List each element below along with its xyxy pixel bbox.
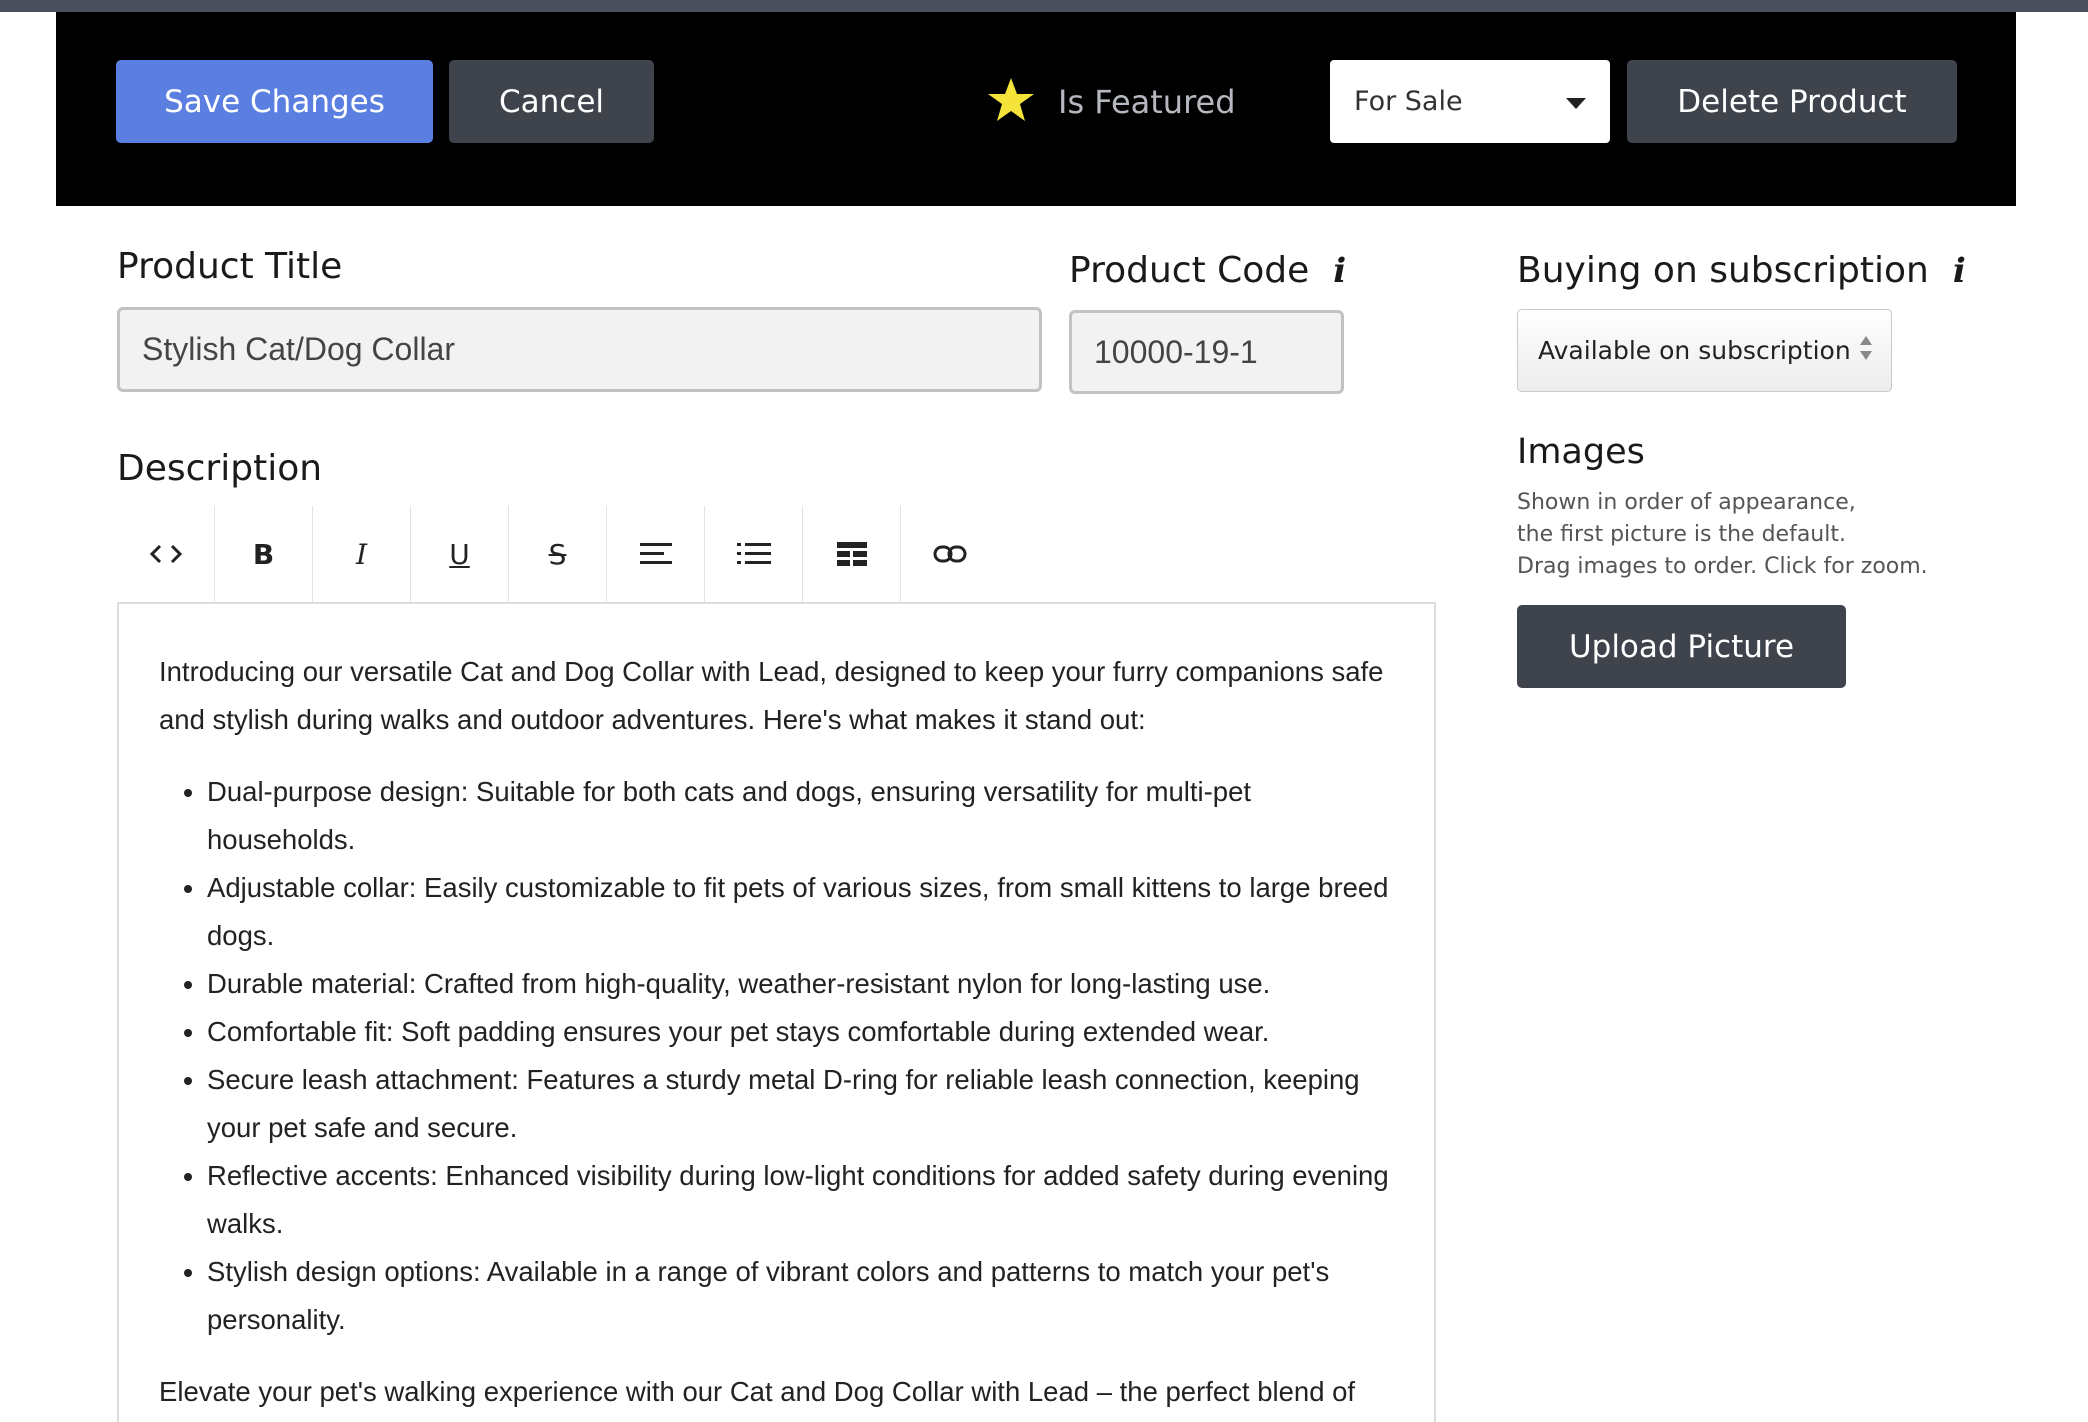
- status-select-value: For Sale: [1354, 86, 1463, 117]
- images-help-line: the first picture is the default.: [1517, 522, 1846, 547]
- underline-icon[interactable]: U: [411, 506, 509, 602]
- subscription-label-text: Buying on subscription: [1517, 250, 1929, 291]
- info-icon[interactable]: i: [1333, 251, 1346, 291]
- images-help-line: Drag images to order. Click for zoom.: [1517, 554, 1928, 579]
- description-bullet-list: Dual-purpose design: Suitable for both c…: [159, 768, 1394, 1344]
- product-code-input[interactable]: 10000-19-1: [1069, 310, 1344, 394]
- top-border: [0, 0, 2088, 12]
- product-title-label: Product Title: [117, 246, 343, 287]
- status-select[interactable]: For Sale: [1330, 60, 1610, 143]
- images-heading: Images: [1517, 432, 1645, 472]
- list-icon[interactable]: [705, 506, 803, 602]
- delete-product-button[interactable]: Delete Product: [1627, 60, 1957, 143]
- list-item: Reflective accents: Enhanced visibility …: [207, 1152, 1394, 1248]
- description-label: Description: [117, 448, 323, 489]
- link-icon[interactable]: [901, 506, 999, 602]
- description-editor[interactable]: Introducing our versatile Cat and Dog Co…: [117, 602, 1436, 1422]
- product-code-label-text: Product Code: [1069, 250, 1310, 291]
- list-item: Secure leash attachment: Features a stur…: [207, 1056, 1394, 1152]
- list-item: Adjustable collar: Easily customizable t…: [207, 864, 1394, 960]
- code-icon[interactable]: [117, 506, 215, 602]
- align-left-icon[interactable]: [607, 506, 705, 602]
- product-title-input[interactable]: Stylish Cat/Dog Collar: [117, 307, 1042, 392]
- list-item: Stylish design options: Available in a r…: [207, 1248, 1394, 1344]
- product-code-label: Product Code i: [1069, 250, 1346, 291]
- star-icon[interactable]: [986, 76, 1036, 129]
- is-featured-toggle[interactable]: Is Featured: [986, 64, 1236, 140]
- table-icon[interactable]: [803, 506, 901, 602]
- editor-toolbar: B I U S: [117, 506, 999, 602]
- upload-picture-button[interactable]: Upload Picture: [1517, 605, 1846, 688]
- save-changes-button[interactable]: Save Changes: [116, 60, 433, 143]
- info-icon[interactable]: i: [1953, 251, 1966, 291]
- description-outro: Elevate your pet's walking experience wi…: [159, 1376, 1356, 1407]
- cancel-button[interactable]: Cancel: [449, 60, 654, 143]
- subscription-select[interactable]: Available on subscription: [1517, 309, 1892, 392]
- italic-icon[interactable]: I: [313, 506, 411, 602]
- caret-down-icon: [1566, 86, 1586, 117]
- bold-icon[interactable]: B: [215, 506, 313, 602]
- is-featured-label: Is Featured: [1058, 83, 1236, 121]
- list-item: Durable material: Crafted from high-qual…: [207, 960, 1394, 1008]
- updown-arrows-icon: [1859, 335, 1873, 367]
- list-item: Dual-purpose design: Suitable for both c…: [207, 768, 1394, 864]
- images-help-text: Shown in order of appearance, the first …: [1517, 487, 1928, 583]
- action-toolbar: Save Changes Cancel Is Featured For Sale…: [56, 12, 2016, 206]
- strikethrough-icon[interactable]: S: [509, 506, 607, 602]
- subscription-select-value: Available on subscription: [1538, 336, 1851, 365]
- subscription-label: Buying on subscription i: [1517, 250, 1966, 291]
- images-help-line: Shown in order of appearance,: [1517, 490, 1856, 515]
- list-item: Comfortable fit: Soft padding ensures yo…: [207, 1008, 1394, 1056]
- description-intro: Introducing our versatile Cat and Dog Co…: [159, 656, 1384, 735]
